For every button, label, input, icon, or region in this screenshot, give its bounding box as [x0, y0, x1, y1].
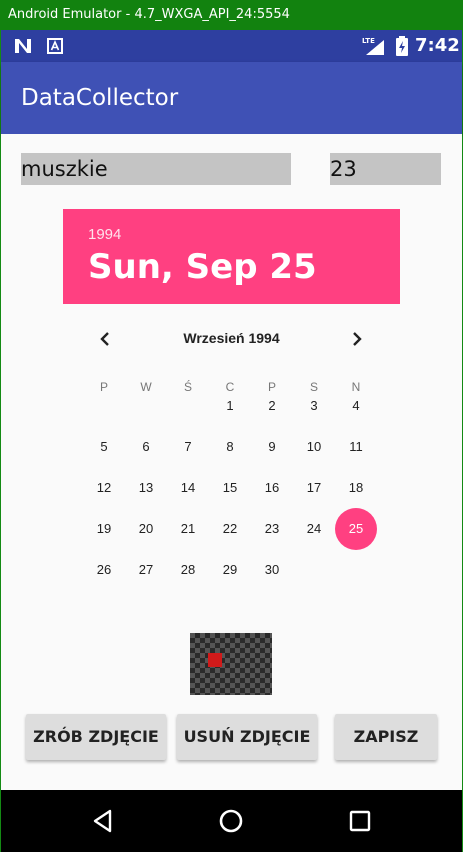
- navigation-bar: [1, 790, 462, 852]
- svg-text:LTE: LTE: [362, 37, 375, 45]
- photo-thumbnail: [190, 633, 272, 695]
- calendar-day[interactable]: 11: [335, 426, 377, 468]
- calendar-day[interactable]: 12: [83, 467, 125, 509]
- status-bar: LTE 7:42: [1, 30, 462, 62]
- calendar-day[interactable]: 27: [125, 549, 167, 591]
- n-notification-icon: [15, 39, 31, 53]
- name-input[interactable]: muszkie: [21, 153, 291, 185]
- date-picker-header: 1994 Sun, Sep 25: [63, 209, 400, 304]
- save-button[interactable]: ZAPISZ: [335, 714, 437, 760]
- calendar-day[interactable]: 19: [83, 508, 125, 550]
- weekday-label: Ś: [183, 380, 192, 394]
- calendar-day[interactable]: 24: [293, 508, 335, 550]
- calendar-day[interactable]: 1: [209, 385, 251, 427]
- calendar-day[interactable]: 17: [293, 467, 335, 509]
- calendar-day[interactable]: 3: [293, 385, 335, 427]
- calendar-day[interactable]: 9: [251, 426, 293, 468]
- a-notification-icon: [47, 38, 63, 54]
- lte-signal-icon: LTE: [362, 37, 384, 55]
- calendar-day[interactable]: 18: [335, 467, 377, 509]
- calendar-day-selected[interactable]: 25: [335, 508, 377, 550]
- calendar-navigation: Wrzesień 1994: [63, 324, 400, 354]
- home-icon[interactable]: [217, 807, 245, 835]
- back-icon[interactable]: [89, 807, 117, 835]
- chevron-right-icon[interactable]: [347, 329, 367, 349]
- emulator-title: Android Emulator - 4.7_WXGA_API_24:5554: [0, 0, 463, 30]
- selected-year[interactable]: 1994: [88, 226, 121, 243]
- calendar-day[interactable]: 23: [251, 508, 293, 550]
- calendar-day[interactable]: 21: [167, 508, 209, 550]
- calendar-day[interactable]: 29: [209, 549, 251, 591]
- calendar-day[interactable]: 16: [251, 467, 293, 509]
- calendar-day[interactable]: 5: [83, 426, 125, 468]
- app-title: DataCollector: [21, 85, 179, 111]
- weekday-label: W: [140, 380, 152, 394]
- app-bar: DataCollector: [1, 62, 462, 134]
- calendar-day[interactable]: 20: [125, 508, 167, 550]
- calendar-day[interactable]: 13: [125, 467, 167, 509]
- take-photo-button[interactable]: ZRÓB ZDJĘCIE: [26, 714, 166, 760]
- main-content: muszkie 23 1994 Sun, Sep 25 Wrzesień 199…: [1, 134, 462, 790]
- calendar-day[interactable]: 4: [335, 385, 377, 427]
- calendar-day[interactable]: 8: [209, 426, 251, 468]
- calendar-day[interactable]: 6: [125, 426, 167, 468]
- battery-icon: [396, 36, 408, 56]
- photo-red-marker: [208, 653, 222, 667]
- calendar-day[interactable]: 22: [209, 508, 251, 550]
- calendar-day[interactable]: 15: [209, 467, 251, 509]
- calendar-day[interactable]: 14: [167, 467, 209, 509]
- delete-photo-button[interactable]: USUŃ ZDJĘCIE: [177, 714, 317, 760]
- calendar-day[interactable]: 2: [251, 385, 293, 427]
- number-input[interactable]: 23: [330, 153, 441, 185]
- selected-date[interactable]: Sun, Sep 25: [88, 247, 317, 287]
- calendar-day[interactable]: 30: [251, 549, 293, 591]
- clock: 7:42: [415, 35, 460, 56]
- calendar-day[interactable]: 7: [167, 426, 209, 468]
- calendar-day[interactable]: 10: [293, 426, 335, 468]
- calendar-day[interactable]: 28: [167, 549, 209, 591]
- recent-apps-icon[interactable]: [346, 807, 374, 835]
- calendar-day[interactable]: 26: [83, 549, 125, 591]
- weekday-label: P: [99, 380, 108, 394]
